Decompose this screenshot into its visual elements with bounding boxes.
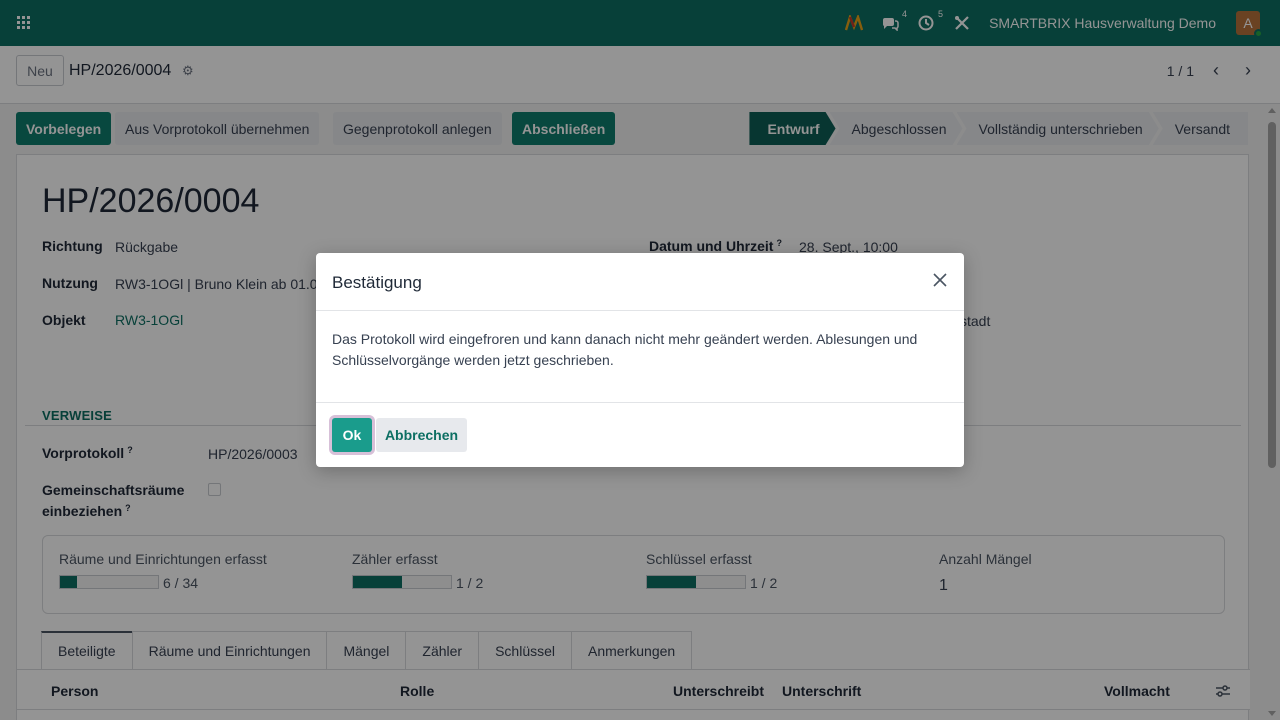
dialog-header: Bestätigung [316, 253, 964, 311]
dialog-message-line1: Das Protokoll wird eingefroren und kann … [332, 331, 918, 347]
cancel-button[interactable]: Abbrechen [376, 418, 467, 452]
dialog-message: Das Protokoll wird eingefroren und kann … [332, 329, 942, 371]
ok-button[interactable]: Ok [332, 418, 372, 452]
close-icon[interactable] [930, 271, 950, 291]
dialog-message-line2: Schlüsselvorgänge werden jetzt geschrieb… [332, 352, 614, 368]
confirmation-dialog: Bestätigung Das Protokoll wird eingefror… [316, 253, 964, 467]
dialog-title: Bestätigung [332, 273, 422, 292]
dialog-footer: Ok Abbrechen [316, 402, 964, 467]
